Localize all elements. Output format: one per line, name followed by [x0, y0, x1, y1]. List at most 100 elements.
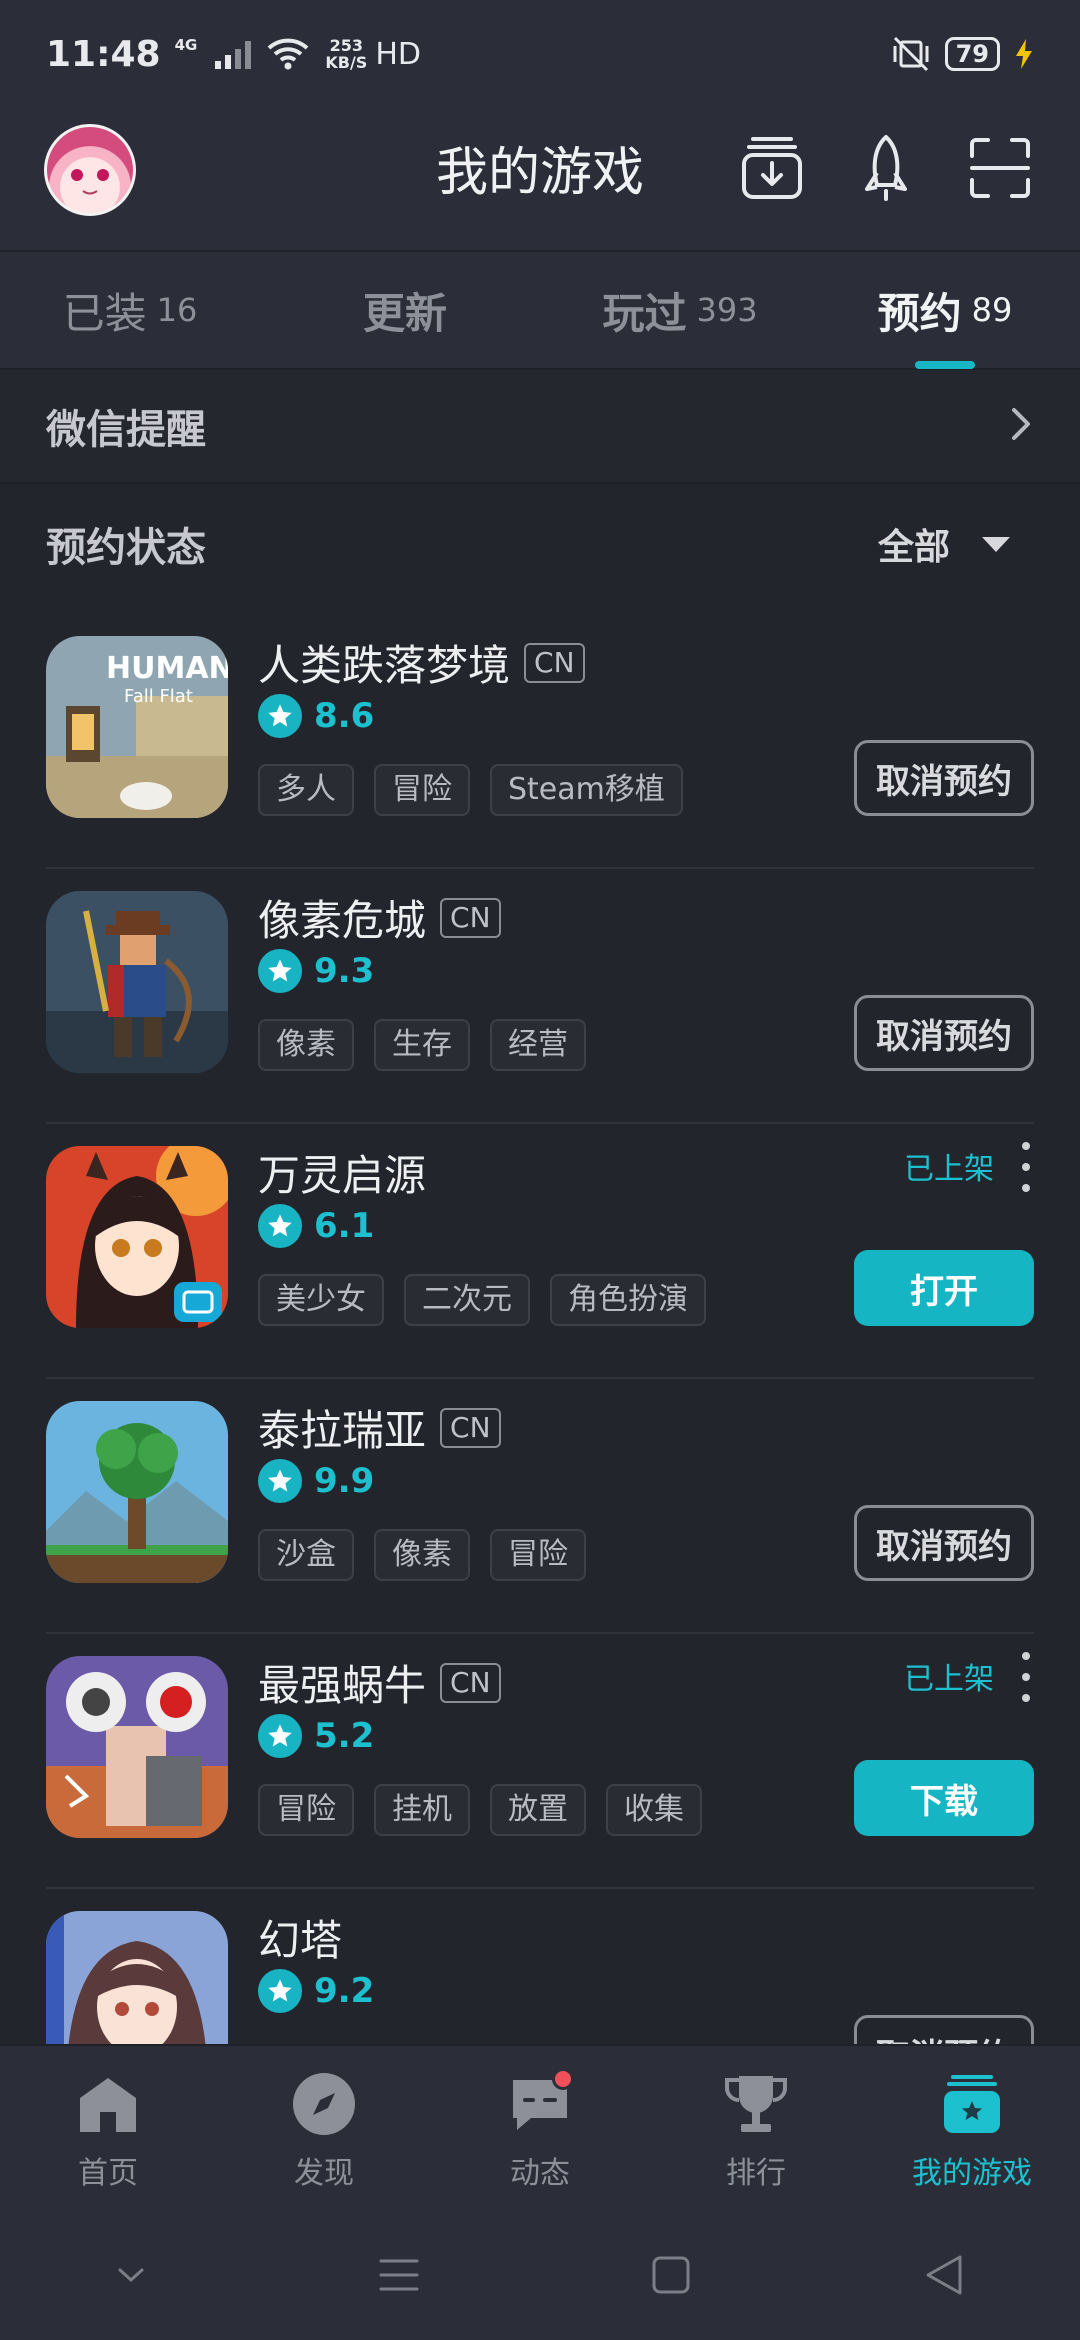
game-tag[interactable]: 美少女 [258, 1274, 384, 1326]
tag-list: 沙盒 像素 冒险 [258, 1529, 586, 1581]
game-tag[interactable]: 像素 [374, 1529, 470, 1581]
tag-list: 多人 冒险 Steam移植 [258, 764, 683, 816]
game-item[interactable]: 像素危城 CN 9.3 像素 生存 经营 取消预约 [46, 869, 1034, 1124]
tab-count: 393 [696, 291, 758, 329]
game-tag[interactable]: 收集 [606, 1784, 702, 1836]
menu-button[interactable] [379, 2257, 419, 2293]
download-box-icon [742, 137, 802, 199]
cancel-reservation-button[interactable]: 取消预约 [854, 1505, 1034, 1581]
trophy-icon [720, 2068, 792, 2140]
game-tag[interactable]: 经营 [490, 1019, 586, 1071]
star-icon [258, 949, 302, 993]
boost-button[interactable] [848, 130, 924, 206]
released-label: 已上架 [904, 1662, 994, 1697]
game-tag[interactable]: 角色扮演 [550, 1274, 706, 1326]
tab-bar: 已装 16 更新 玩过 393 预约 89 [0, 252, 1080, 370]
game-rating: 8.6 [258, 694, 374, 738]
game-rating: 9.9 [258, 1459, 374, 1503]
tab-installed[interactable]: 已装 16 [0, 251, 260, 369]
nav-home[interactable]: 首页 [0, 2046, 216, 2210]
tab-updates[interactable]: 更新 [260, 251, 550, 369]
hide-nav-button[interactable] [116, 2265, 146, 2285]
game-list: HUMAN Fall Flat 人类跌落梦境 CN 8.6 多人 冒险 Stea… [0, 614, 1080, 2044]
game-item[interactable]: 泰拉瑞亚 CN 9.9 沙盒 像素 冒险 取消预约 [46, 1379, 1034, 1634]
game-tag[interactable]: 放置 [490, 1784, 586, 1836]
network-speed: 253 KB/S [325, 37, 367, 71]
game-tag[interactable]: 像素 [258, 1019, 354, 1071]
nav-label: 发现 [294, 2156, 354, 2191]
nav-ranking[interactable]: 排行 [648, 2046, 864, 2210]
notification-dot [552, 2068, 574, 2090]
system-navigation-bar [0, 2210, 1080, 2340]
tab-label: 玩过 [602, 288, 687, 338]
game-item[interactable]: 最强蜗牛 CN 已上架 5.2 冒险 挂机 放置 收集 下载 [46, 1634, 1034, 1889]
game-name: 幻塔 [258, 1916, 343, 1965]
game-icon-wanling-qiyuan[interactable] [46, 1146, 228, 1328]
game-tag[interactable]: 沙盒 [258, 1529, 354, 1581]
released-label: 已上架 [904, 1152, 994, 1187]
nav-feed[interactable]: 动态 [432, 2046, 648, 2210]
more-options-icon[interactable] [1018, 1142, 1034, 1192]
more-options-icon[interactable] [1018, 1652, 1034, 1702]
back-button[interactable] [924, 2253, 964, 2297]
my-games-icon [936, 2068, 1008, 2140]
square-icon [652, 2256, 690, 2294]
download-manager-button[interactable] [734, 130, 810, 206]
cancel-reservation-button[interactable]: 取消预约 [854, 995, 1034, 1071]
signal-icon [215, 39, 252, 69]
status-bar: 11:48 4G 253 KB/S HD 79 [0, 0, 1080, 108]
game-tag[interactable]: 挂机 [374, 1784, 470, 1836]
rating-value: 8.6 [314, 696, 375, 736]
wechat-reminder-row[interactable]: 微信提醒 [0, 370, 1080, 484]
reservation-status-row: 预约状态 全部 [0, 486, 1080, 602]
game-icon-strongest-snail[interactable] [46, 1656, 228, 1838]
compass-icon [288, 2068, 360, 2140]
game-tag[interactable]: 冒险 [374, 764, 470, 816]
tag-list: 美少女 二次元 角色扮演 [258, 1274, 706, 1326]
game-name: 泰拉瑞亚 [258, 1406, 427, 1455]
game-icon-tower-of-fantasy[interactable] [46, 1911, 228, 2044]
region-badge: CN [440, 897, 501, 938]
region-badge: CN [440, 1407, 501, 1448]
game-tag[interactable]: 多人 [258, 764, 354, 816]
active-tab-indicator [915, 361, 975, 369]
hd-indicator: HD [375, 36, 421, 72]
game-tag[interactable]: 生存 [374, 1019, 470, 1071]
star-icon [258, 1969, 302, 2013]
tab-count: 16 [156, 291, 198, 329]
network-type: 4G [174, 36, 198, 54]
game-item[interactable]: 万灵启源 已上架 6.1 美少女 二次元 角色扮演 打开 [46, 1124, 1034, 1379]
game-item[interactable]: HUMAN Fall Flat 人类跌落梦境 CN 8.6 多人 冒险 Stea… [46, 614, 1034, 869]
game-tag[interactable]: 二次元 [404, 1274, 530, 1326]
game-name: 万灵启源 [258, 1151, 427, 1200]
nav-discover[interactable]: 发现 [216, 2046, 432, 2210]
nav-label: 动态 [510, 2156, 570, 2191]
nav-label: 我的游戏 [912, 2156, 1032, 2191]
game-name: 人类跌落梦境 [258, 641, 511, 690]
nav-my-games[interactable]: 我的游戏 [864, 2046, 1080, 2210]
game-icon-human-fall-flat[interactable]: HUMAN Fall Flat [46, 636, 228, 818]
open-button[interactable]: 打开 [854, 1250, 1034, 1326]
tab-label: 已装 [62, 288, 147, 338]
rating-value: 5.2 [314, 1716, 375, 1756]
battery-indicator: 79 [944, 37, 1000, 71]
reservation-status-label: 预约状态 [46, 525, 206, 571]
tab-played[interactable]: 玩过 393 [550, 251, 810, 369]
speed-value: 253 [329, 36, 364, 55]
cancel-reservation-button[interactable]: 取消预约 [854, 2015, 1034, 2044]
game-tag[interactable]: Steam移植 [490, 764, 683, 816]
game-icon-pixel-danger-city[interactable] [46, 891, 228, 1073]
game-tag[interactable]: 冒险 [258, 1784, 354, 1836]
scan-button[interactable] [962, 130, 1038, 206]
nav-label: 排行 [726, 2156, 786, 2191]
cancel-reservation-button[interactable]: 取消预约 [854, 740, 1034, 816]
rating-value: 6.1 [314, 1206, 375, 1246]
game-tag[interactable]: 冒险 [490, 1529, 586, 1581]
home-system-button[interactable] [651, 2255, 691, 2295]
game-item[interactable]: 幻塔 9.2 取消预约 [46, 1889, 1034, 2044]
tab-reserved[interactable]: 预约 89 [810, 251, 1080, 369]
rating-value: 9.2 [314, 1971, 375, 2011]
download-button[interactable]: 下载 [854, 1760, 1034, 1836]
game-icon-terraria[interactable] [46, 1401, 228, 1583]
status-filter-dropdown[interactable]: 全部 [878, 518, 1012, 570]
